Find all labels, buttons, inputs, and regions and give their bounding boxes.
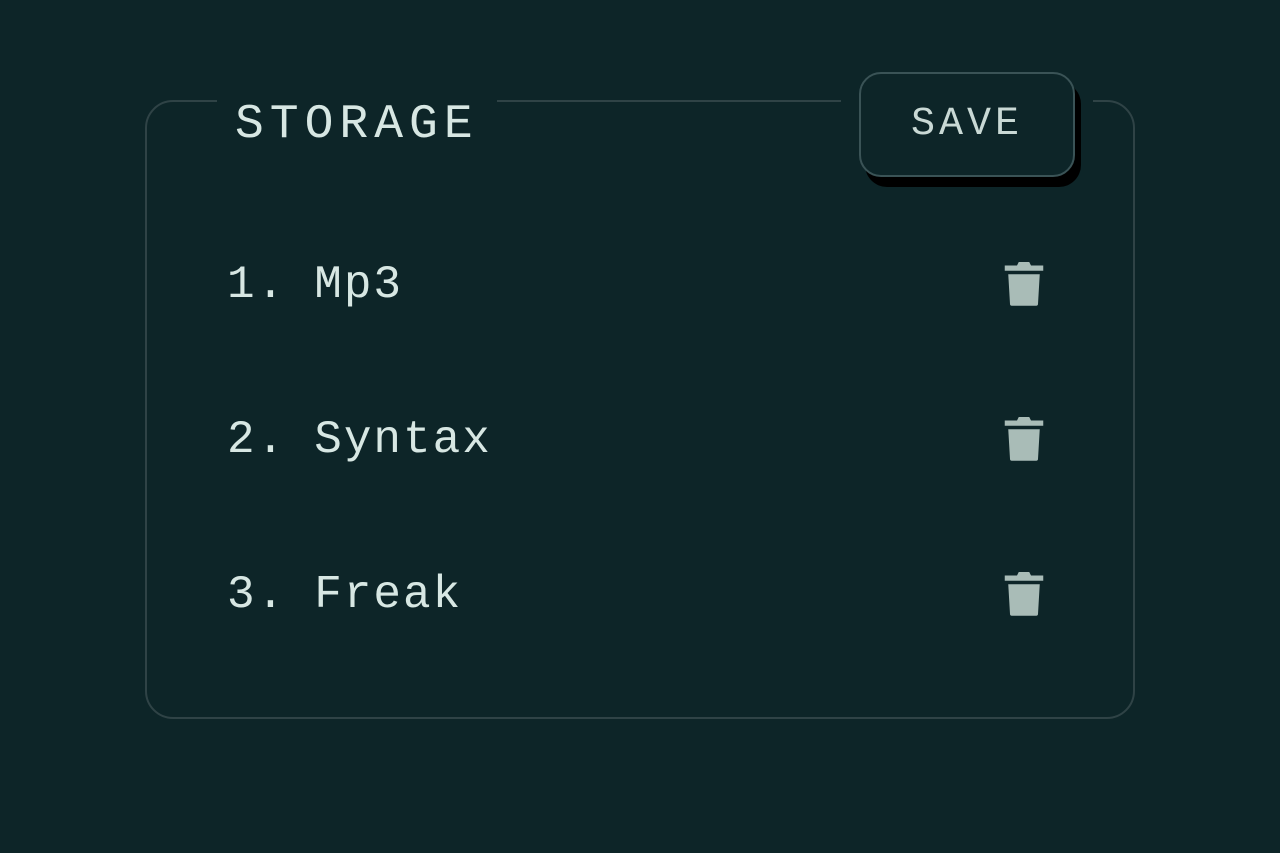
delete-button[interactable]: [995, 562, 1053, 627]
list-item: 2. Syntax: [227, 407, 1053, 472]
list-item-name: Freak: [314, 569, 462, 621]
trash-icon: [1003, 415, 1045, 464]
list-item-index: 3.: [227, 569, 286, 621]
panel-header: STORAGE SAVE: [147, 72, 1133, 177]
panel-title: STORAGE: [217, 98, 497, 152]
storage-list: 1. Mp3 2. Syntax 3. Frea: [227, 252, 1053, 627]
list-item-index: 2.: [227, 414, 286, 466]
list-item-label: 1. Mp3: [227, 259, 403, 311]
delete-button[interactable]: [995, 407, 1053, 472]
storage-panel: STORAGE SAVE 1. Mp3 2. Syntax: [145, 100, 1135, 719]
list-item: 1. Mp3: [227, 252, 1053, 317]
list-item-name: Mp3: [314, 259, 403, 311]
save-button-wrap: SAVE: [841, 72, 1093, 177]
trash-icon: [1003, 260, 1045, 309]
trash-icon: [1003, 570, 1045, 619]
list-item-label: 3. Freak: [227, 569, 462, 621]
list-item: 3. Freak: [227, 562, 1053, 627]
header-divider: [527, 124, 811, 126]
list-item-index: 1.: [227, 259, 286, 311]
save-button[interactable]: SAVE: [859, 72, 1075, 177]
list-item-label: 2. Syntax: [227, 414, 492, 466]
list-item-name: Syntax: [314, 414, 492, 466]
delete-button[interactable]: [995, 252, 1053, 317]
